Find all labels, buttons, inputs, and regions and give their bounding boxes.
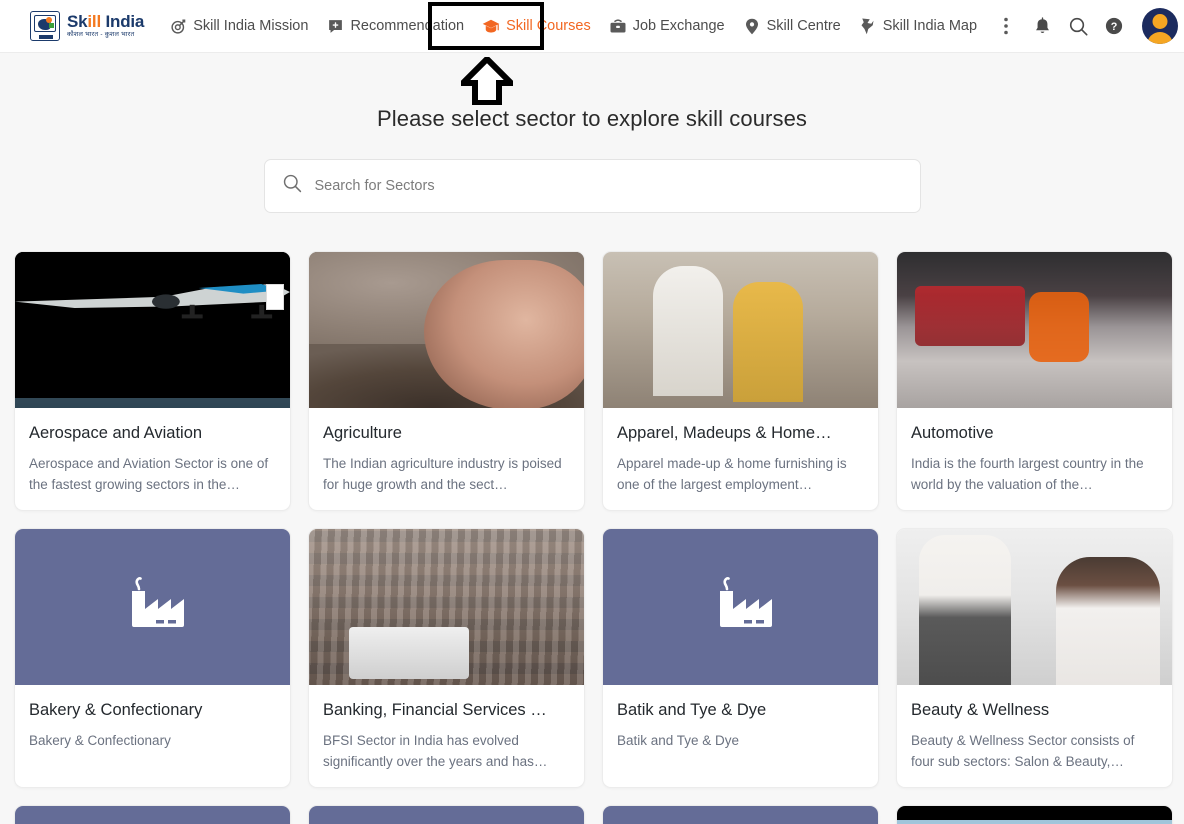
sector-card[interactable]: Banking, Financial Services … BFSI Sector… <box>308 528 585 788</box>
navbar-actions: ? User <box>1022 8 1184 44</box>
sector-card[interactable]: Automotive India is the fourth largest co… <box>896 251 1173 511</box>
brand-subtitle: कौशल भारत - कुशल भारत <box>67 31 135 39</box>
speech-bubble-plus-icon <box>326 17 344 35</box>
search-icon <box>1069 17 1088 36</box>
sector-card[interactable]: Batik and Tye & Dye Batik and Tye & Dye <box>602 528 879 788</box>
notifications-button[interactable] <box>1026 10 1058 42</box>
sectors-grid-partial <box>0 788 1184 824</box>
sector-card-description: Apparel made-up & home furnishing is one… <box>617 456 847 492</box>
nav-item-skill-courses[interactable]: Skill Courses <box>473 11 600 41</box>
graduation-cap-icon <box>482 17 500 35</box>
sector-card[interactable] <box>14 805 291 824</box>
vertical-dots-icon <box>1004 17 1008 35</box>
brand-logo[interactable]: Skill India कौशल भारत - कुशल भारत <box>30 11 144 41</box>
sector-card[interactable] <box>602 805 879 824</box>
map-pin-icon <box>743 17 761 35</box>
airplane-photo <box>15 284 290 319</box>
nav-item-skill-india-mission[interactable]: Skill India Mission <box>160 11 317 41</box>
sector-card-description: Beauty & Wellness Sector consists of fou… <box>911 733 1135 769</box>
sector-card[interactable]: Bakery & Confectionary Bakery & Confectio… <box>14 528 291 788</box>
nav-label: Skill Courses <box>506 18 591 34</box>
nav-label: Skill India Mission <box>193 18 309 34</box>
sector-card[interactable]: Beauty & Wellness Beauty & Wellness Secto… <box>896 528 1173 788</box>
sector-card-title: Bakery & Confectionary <box>29 701 203 719</box>
sector-card-description: India is the fourth largest country in t… <box>911 456 1144 492</box>
sector-card[interactable] <box>896 805 1173 824</box>
sector-card-image <box>15 252 290 408</box>
sector-card-image <box>603 252 878 408</box>
watermark-badge <box>266 284 284 310</box>
sector-card-description: Batik and Tye & Dye <box>617 733 740 748</box>
briefcase-icon <box>609 17 627 35</box>
target-icon <box>169 17 187 35</box>
sector-card-title: Beauty & Wellness <box>911 701 1050 719</box>
factory-icon <box>131 577 184 627</box>
nav-label: Recommendation <box>350 18 465 34</box>
sector-card-title: Banking, Financial Services … <box>323 701 547 719</box>
sector-card-image <box>897 252 1172 408</box>
sector-card-image <box>309 252 584 408</box>
overflow-menu-button[interactable] <box>990 10 1022 42</box>
india-map-icon <box>859 17 877 35</box>
sector-card-title: Automotive <box>911 424 994 442</box>
sector-card-title: Agriculture <box>323 424 402 442</box>
help-button[interactable]: ? <box>1098 10 1130 42</box>
avatar[interactable] <box>1142 8 1179 44</box>
nav-item-job-exchange[interactable]: Job Exchange <box>600 11 734 41</box>
sector-card-image <box>603 529 878 685</box>
sector-card-image <box>897 806 1172 824</box>
nav-label: Skill Centre <box>766 18 841 34</box>
sector-card-title: Batik and Tye & Dye <box>617 701 767 719</box>
search-icon <box>283 174 302 198</box>
search-section <box>0 159 1184 213</box>
global-search-button[interactable] <box>1062 10 1094 42</box>
sector-card-image <box>309 806 584 824</box>
nav-item-skill-centre[interactable]: Skill Centre <box>734 11 850 41</box>
search-input[interactable] <box>314 178 902 194</box>
sector-card-title: Apparel, Madeups & Home… <box>617 424 832 442</box>
sector-card-title: Aerospace and Aviation <box>29 424 203 442</box>
help-circle-icon: ? <box>1105 17 1123 35</box>
sector-card-image <box>897 529 1172 685</box>
nav-label: Job Exchange <box>632 18 725 34</box>
sectors-grid: Aerospace and Aviation Aerospace and Avia… <box>0 213 1184 788</box>
svg-text:?: ? <box>1111 21 1118 33</box>
sector-card-image <box>603 806 878 824</box>
sector-card-description: Bakery & Confectionary <box>29 733 171 748</box>
brand-title: Skill India <box>67 12 145 32</box>
sector-card-image <box>309 529 584 685</box>
factory-icon <box>719 577 772 627</box>
nav-links: Skill India Mission Recommendation Skill… <box>160 10 1022 42</box>
main-content: Please select sector to explore skill co… <box>0 53 1184 824</box>
nav-label: Skill India Map <box>882 18 978 34</box>
sector-card-image <box>15 529 290 685</box>
top-navbar: Skill India कौशल भारत - कुशल भारत Skill … <box>0 0 1184 53</box>
nav-item-recommendation[interactable]: Recommendation <box>317 11 473 41</box>
skill-india-monitor-logo-icon <box>30 11 60 41</box>
page-title: Please select sector to explore skill co… <box>376 106 808 131</box>
sector-card[interactable] <box>308 805 585 824</box>
sector-card-description: BFSI Sector in India has evolved signifi… <box>323 733 548 769</box>
sector-card[interactable]: Agriculture The Indian agriculture indust… <box>308 251 585 511</box>
nav-item-skill-india-map[interactable]: Skill India Map <box>850 11 986 41</box>
sector-card-description: Aerospace and Aviation Sector is one of … <box>29 456 269 492</box>
sector-card-image <box>15 806 290 824</box>
sector-card[interactable]: Aerospace and Aviation Aerospace and Avia… <box>14 251 291 511</box>
sector-card[interactable]: Apparel, Madeups & Home… Apparel made-up … <box>602 251 879 511</box>
bell-icon <box>1035 16 1049 33</box>
sector-card-description: The Indian agriculture industry is poise… <box>323 456 562 492</box>
sector-search-box[interactable] <box>263 159 921 213</box>
